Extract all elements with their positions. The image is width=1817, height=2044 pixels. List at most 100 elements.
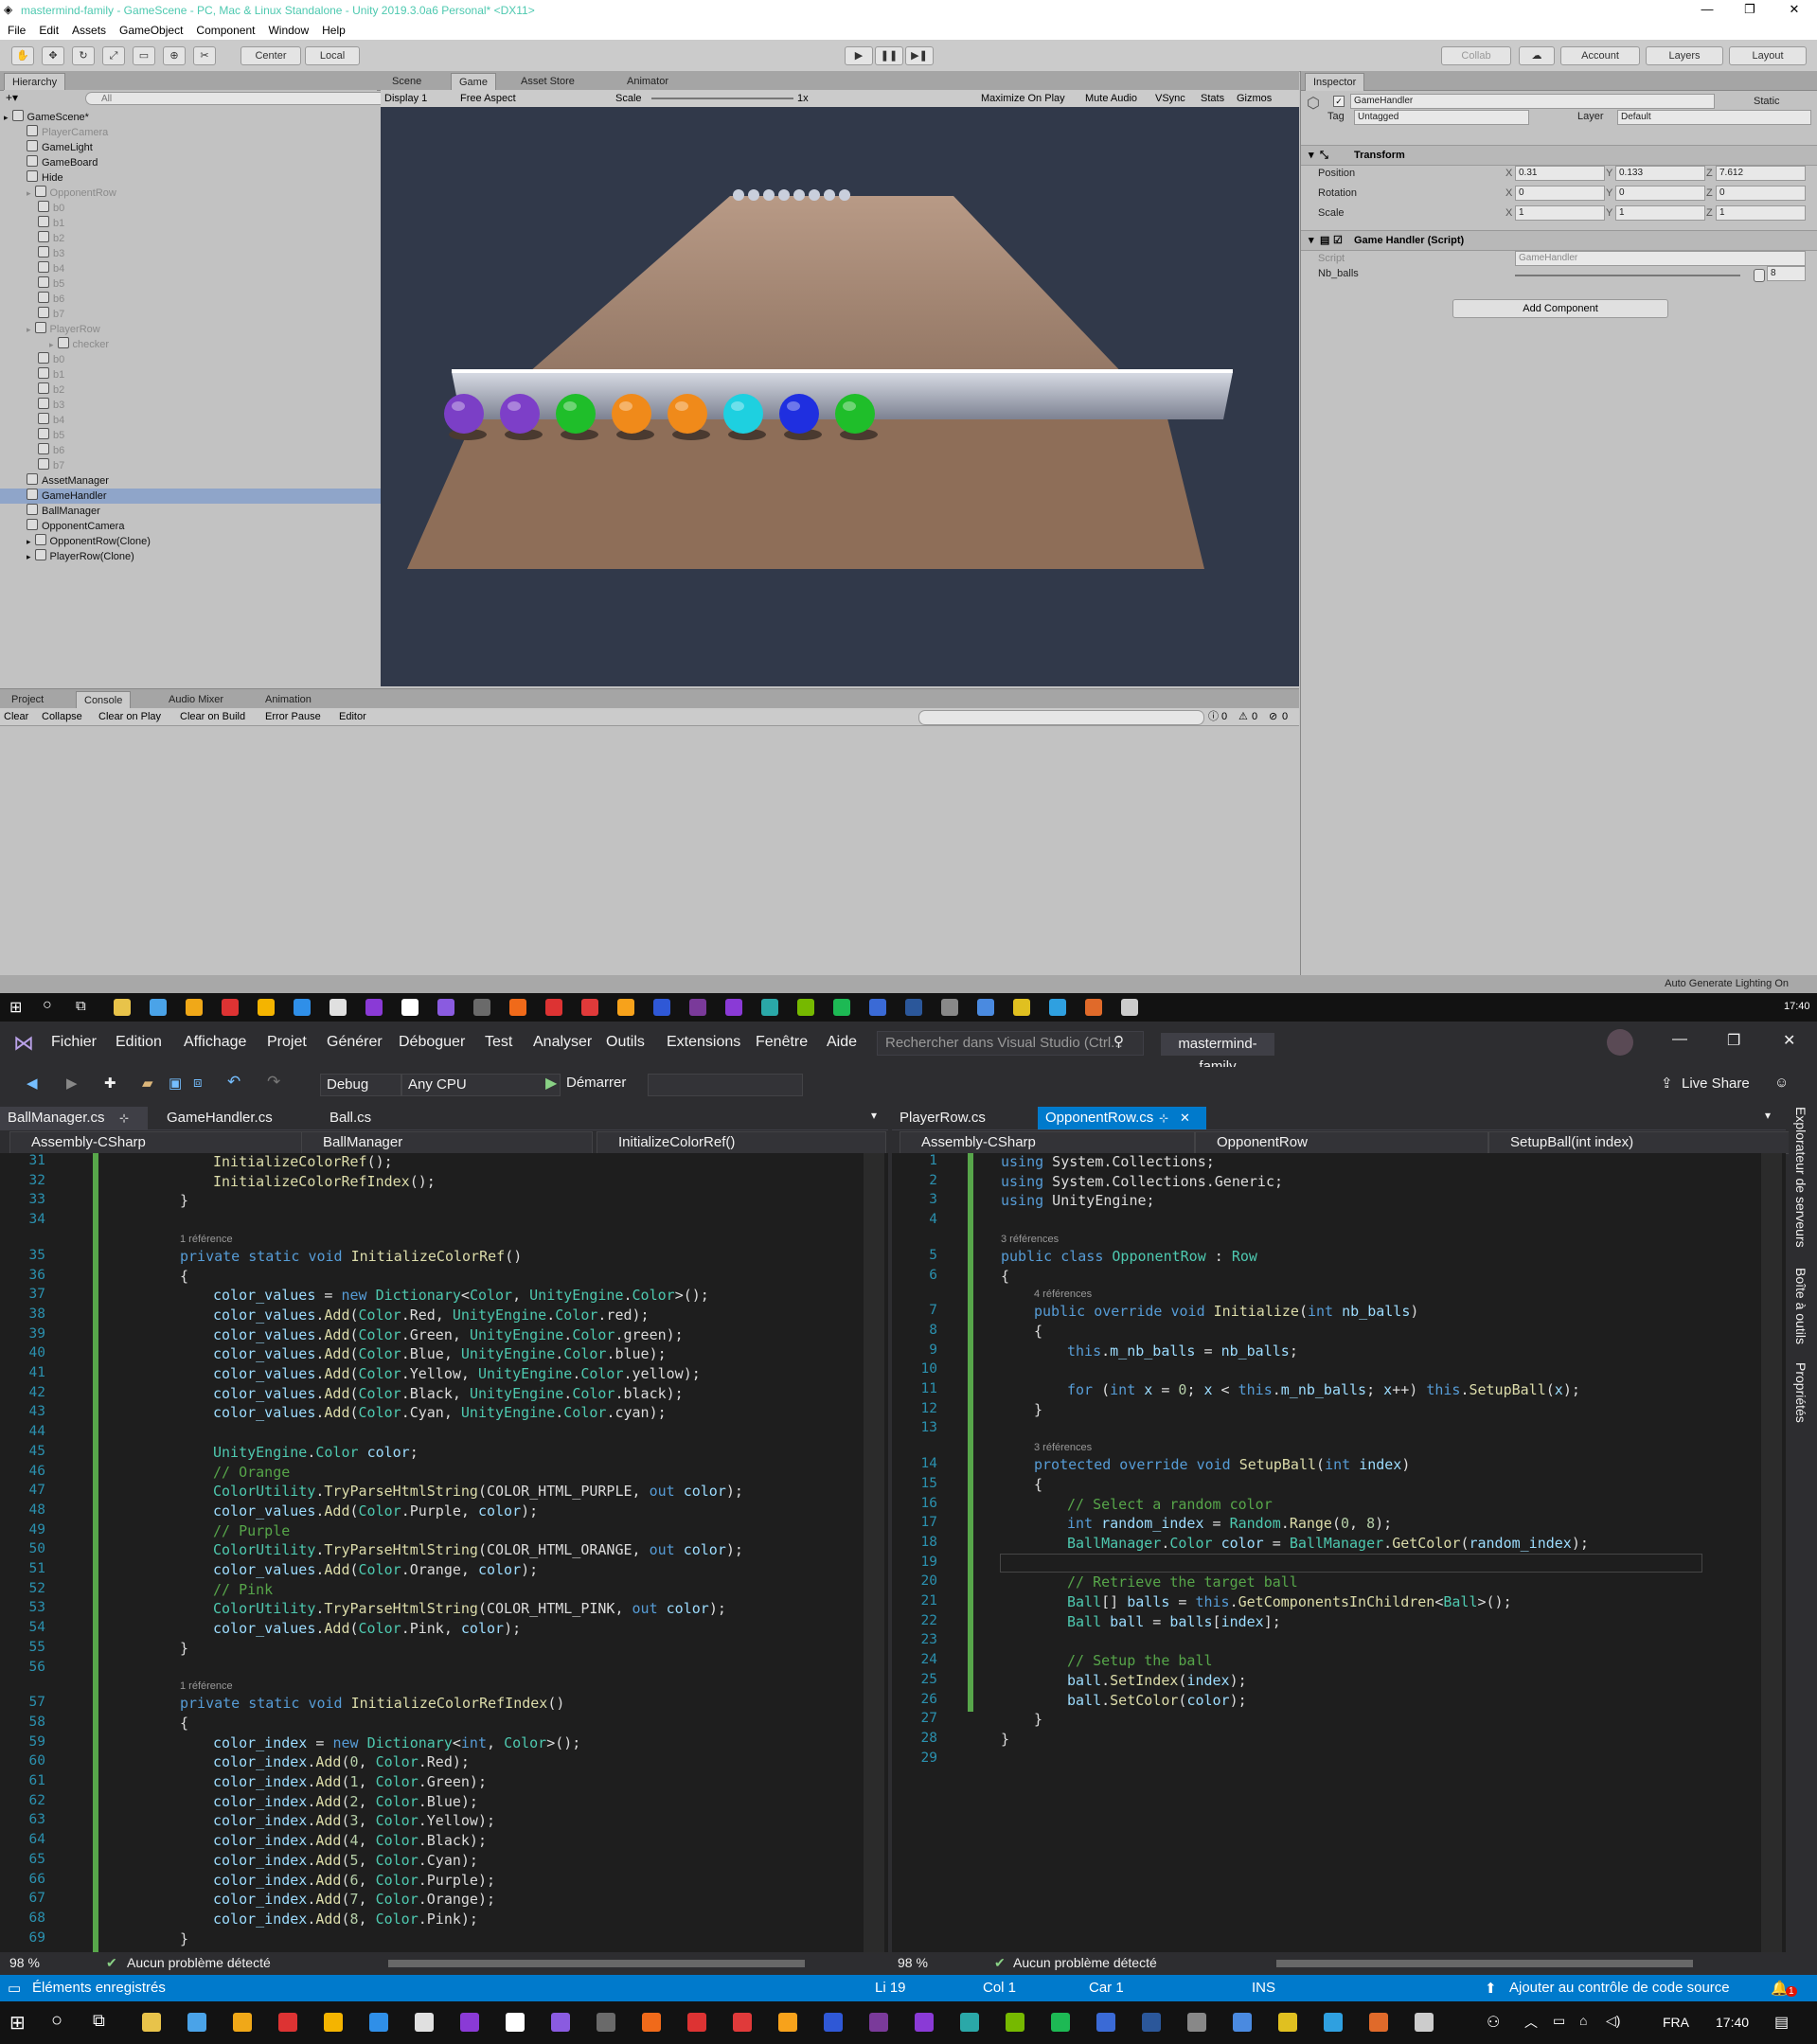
code-line[interactable]: color_index.Add(4, Color.Black); <box>213 1832 487 1849</box>
code-line[interactable]: private static void InitializeColorRef() <box>180 1248 522 1265</box>
taskbar-app-icon[interactable] <box>597 2013 615 2032</box>
step-icon[interactable]: ▶❚ <box>905 46 934 65</box>
position-z-field[interactable]: 7.612 <box>1716 166 1806 181</box>
menu-item-edit[interactable]: Edit <box>31 21 64 37</box>
code-line[interactable]: for (int x = 0; x < this.m_nb_balls; x++… <box>1067 1381 1580 1398</box>
menu-item-assets[interactable]: Assets <box>64 21 112 37</box>
redo-icon[interactable]: ↷ <box>267 1073 280 1092</box>
member-dropdown[interactable]: InitializeColorRef() <box>597 1131 886 1154</box>
code-line[interactable]: color_values.Add(Color.Purple, color); <box>213 1502 538 1520</box>
code-line[interactable]: // Retrieve the target ball <box>1067 1573 1298 1591</box>
tab-close-icon[interactable]: ✕ <box>1180 1107 1190 1129</box>
transform-tool-icon[interactable]: ⊕ <box>163 46 186 65</box>
tab-pin-icon[interactable]: ⊹ <box>119 1107 129 1129</box>
taskbar-app-icon[interactable] <box>545 999 562 1016</box>
code-line[interactable]: public override void Initialize(int nb_b… <box>1034 1303 1418 1320</box>
taskbar-app-icon[interactable] <box>687 2013 706 2032</box>
player-ball[interactable] <box>612 394 651 434</box>
pause-icon[interactable]: ❚❚ <box>875 46 903 65</box>
code-line[interactable]: } <box>180 1930 188 1947</box>
taskbar-app-icon[interactable] <box>833 999 850 1016</box>
hierarchy-item[interactable]: b2 <box>0 231 381 246</box>
taskbar-app-icon[interactable] <box>1096 2013 1115 2032</box>
foldout-arrow-icon[interactable]: ▾ <box>1309 146 1314 165</box>
code-line[interactable]: { <box>180 1715 188 1732</box>
code-line[interactable]: } <box>1034 1711 1042 1728</box>
code-line[interactable]: color_index.Add(8, Color.Pink); <box>213 1911 478 1928</box>
hierarchy-item[interactable]: AssetManager <box>0 473 381 489</box>
tab-overflow-icon[interactable]: ▾ <box>871 1109 877 1122</box>
save-all-icon[interactable]: ⧈ <box>193 1075 203 1091</box>
game-viewport[interactable] <box>381 107 1299 686</box>
rotation-x-field[interactable]: 0 <box>1515 186 1605 201</box>
taskbar-app-icon[interactable] <box>222 999 239 1016</box>
left-code-editor[interactable]: 31 InitializeColorRef(); 32 InitializeColor… <box>0 1153 888 1952</box>
code-lens-references[interactable]: 4 références <box>1034 1289 1092 1300</box>
pivot-local-button[interactable]: Local <box>305 46 360 65</box>
code-line[interactable]: ColorUtility.TryParseHtmlString(COLOR_HT… <box>213 1600 726 1617</box>
code-line[interactable]: color_values.Add(Color.Blue, UnityEngine… <box>213 1345 667 1362</box>
hierarchy-item[interactable]: ▸ PlayerRow(Clone) <box>0 549 381 564</box>
issues-status[interactable]: Aucun problème détecté <box>127 1952 271 1973</box>
taskbar-app-icon[interactable] <box>761 999 778 1016</box>
vs-menu-10[interactable]: Fenêtre <box>756 1034 808 1051</box>
code-line[interactable]: color_index.Add(7, Color.Orange); <box>213 1891 495 1908</box>
project-dropdown[interactable]: Assembly-CSharp <box>9 1131 303 1154</box>
taskbar-app-icon[interactable] <box>1369 2013 1388 2032</box>
hierarchy-item[interactable]: PlayerCamera <box>0 125 381 140</box>
rect-tool-icon[interactable]: ▭ <box>133 46 155 65</box>
tag-dropdown[interactable]: Untagged <box>1354 110 1529 125</box>
component-enabled-checkbox[interactable]: ☑ <box>1333 231 1343 250</box>
undo-icon[interactable]: ↶ <box>227 1073 240 1092</box>
code-line[interactable]: InitializeColorRefIndex(); <box>213 1173 436 1190</box>
player-ball[interactable] <box>556 394 596 434</box>
player-ball[interactable] <box>835 394 875 434</box>
code-line[interactable]: using System.Collections.Generic; <box>1001 1173 1283 1190</box>
hierarchy-item[interactable]: b1 <box>0 216 381 231</box>
gizmos-dropdown[interactable]: Gizmos <box>1237 90 1272 107</box>
add-component-button[interactable]: Add Component <box>1452 299 1668 318</box>
code-line[interactable]: protected override void SetupBall(int in… <box>1034 1456 1410 1473</box>
foldout-arrow-icon[interactable]: ▸ <box>27 552 31 561</box>
tab-console[interactable]: Console <box>76 691 132 709</box>
close-icon[interactable]: ✕ <box>1775 2 1813 17</box>
taskbar-app-icon[interactable] <box>142 2013 161 2032</box>
transform-header[interactable]: ▾ ⤡ Transform <box>1301 145 1817 166</box>
taskbar-app-icon[interactable] <box>824 2013 843 2032</box>
project-dropdown[interactable]: Assembly-CSharp <box>900 1131 1195 1154</box>
position-x-field[interactable]: 0.31 <box>1515 166 1605 181</box>
search-icon[interactable]: ⚲ <box>1113 1033 1124 1050</box>
code-line[interactable]: color_values.Add(Color.Yellow, UnityEngi… <box>213 1365 701 1382</box>
code-line[interactable]: int random_index = Random.Range(0, 8); <box>1067 1515 1392 1532</box>
scale-z-field[interactable]: 1 <box>1716 205 1806 221</box>
server-explorer-tab[interactable]: Explorateur de serveurs <box>1793 1107 1808 1248</box>
hierarchy-item[interactable]: b2 <box>0 382 381 398</box>
code-line[interactable]: color_values.Add(Color.Orange, color); <box>213 1561 538 1578</box>
taskbar-app-icon[interactable] <box>437 999 454 1016</box>
menu-item-gameobject[interactable]: GameObject <box>112 21 188 37</box>
taskbar-app-icon[interactable] <box>324 2013 343 2032</box>
code-line[interactable]: { <box>1034 1323 1042 1340</box>
hierarchy-item[interactable]: ▸ OpponentRow <box>0 186 381 201</box>
code-line[interactable]: // Pink <box>213 1581 273 1598</box>
menu-item-component[interactable]: Component <box>188 21 260 37</box>
taskbar-app-icon[interactable] <box>733 2013 752 2032</box>
console-clear-on-build-toggle[interactable]: Clear on Build <box>180 708 245 725</box>
player-ball[interactable] <box>668 394 707 434</box>
source-control-up-icon[interactable]: ⬆ <box>1485 1980 1497 1997</box>
code-line[interactable]: ball.SetColor(color); <box>1067 1692 1247 1709</box>
volume-icon[interactable]: ◁) <box>1606 2013 1620 2029</box>
code-line[interactable]: using System.Collections; <box>1001 1153 1215 1170</box>
hierarchy-item[interactable]: b7 <box>0 307 381 322</box>
hierarchy-item[interactable]: b6 <box>0 443 381 458</box>
code-line[interactable]: private static void InitializeColorRefIn… <box>180 1695 564 1712</box>
taskbar-app-icon[interactable] <box>869 999 886 1016</box>
error-count-icon[interactable]: ⊘ <box>1269 708 1277 725</box>
console-editor-dropdown[interactable]: Editor <box>339 708 366 725</box>
add-source-control-button[interactable]: Ajouter au contrôle de code source <box>1509 1980 1730 1996</box>
taskbar-app-icon[interactable] <box>114 999 131 1016</box>
player-ball[interactable] <box>500 394 540 434</box>
code-lens-references[interactable]: 3 références <box>1001 1234 1059 1245</box>
code-lens-references[interactable]: 1 référence <box>180 1680 233 1692</box>
collab-button[interactable]: Collab <box>1441 46 1511 65</box>
